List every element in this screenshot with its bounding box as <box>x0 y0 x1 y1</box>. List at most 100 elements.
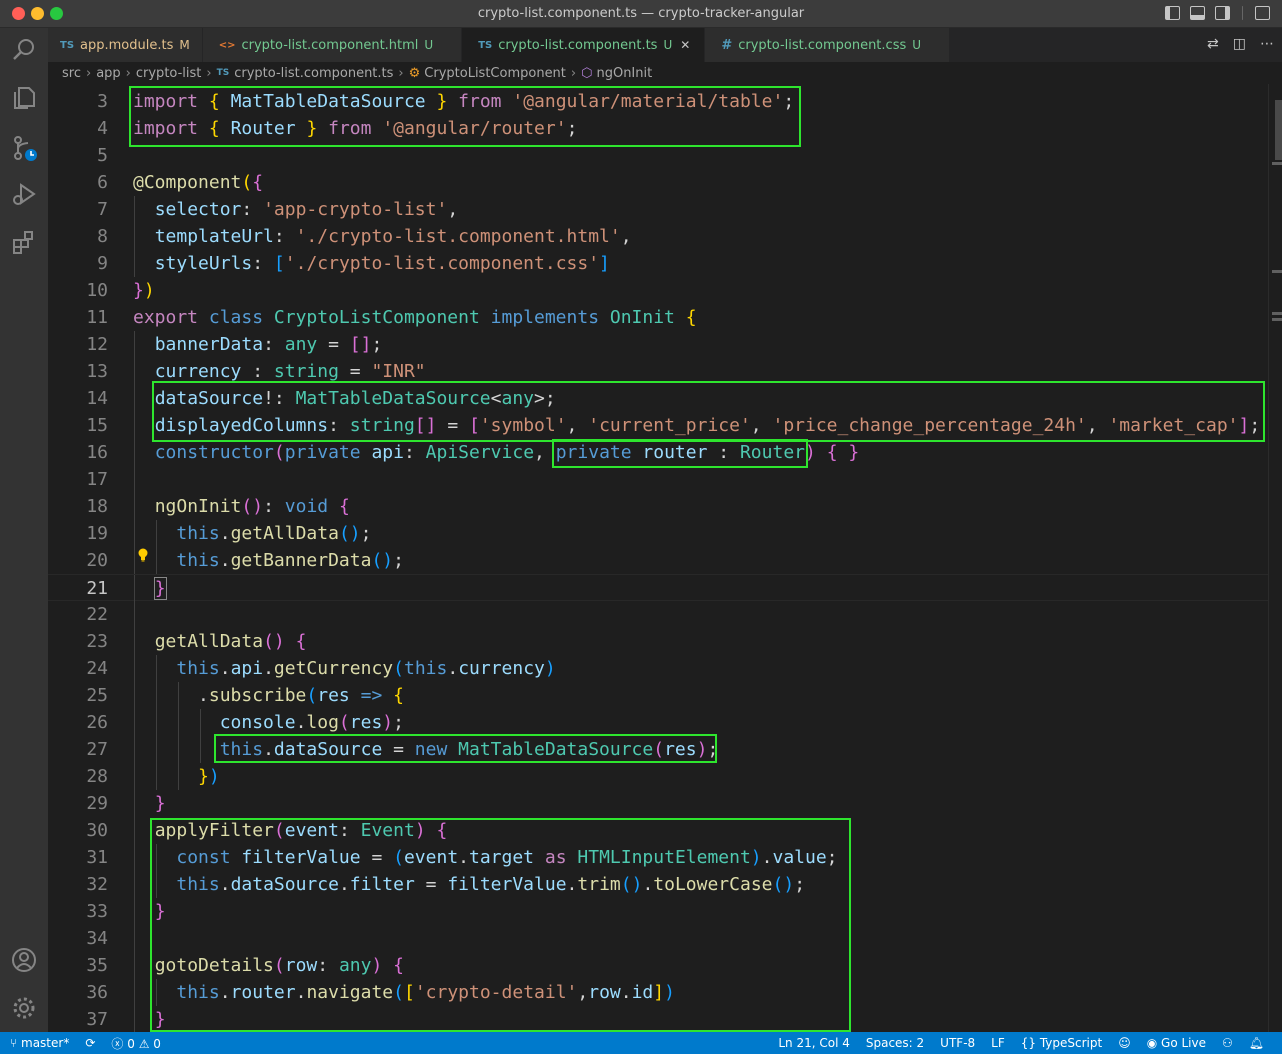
line-number: 28 <box>86 766 108 787</box>
highlight-datasource-assign <box>214 734 717 763</box>
line-number: 11 <box>86 307 108 328</box>
chevron-right-icon: › <box>125 65 131 81</box>
code-line: 20 this.getBannerData(); <box>48 547 1268 574</box>
line-number: 34 <box>86 928 108 949</box>
code-line: 18 ngOnInit(): void { <box>48 493 1268 520</box>
line-number: 14 <box>86 388 108 409</box>
error-icon: ⓧ <box>111 1036 128 1051</box>
breadcrumb-method[interactable]: ngOnInit <box>596 66 652 81</box>
code-line: 8 templateUrl: './crypto-list.component.… <box>48 223 1268 250</box>
highlight-router-injection <box>552 439 808 468</box>
code-line: 7 selector: 'app-crypto-list', <box>48 196 1268 223</box>
code-line: 24 this.api.getCurrency(this.currency) <box>48 655 1268 682</box>
go-live-label: Go Live <box>1161 1036 1206 1050</box>
broadcast-icon: ◉ <box>1146 1036 1162 1050</box>
language-mode[interactable]: {} TypeScript <box>1021 1036 1102 1050</box>
toggle-secondary-sidebar-icon[interactable] <box>1215 6 1230 20</box>
warning-icon: ⚠ <box>138 1036 154 1051</box>
line-number: 21 <box>86 578 108 599</box>
highlight-datasource-columns <box>152 381 1265 442</box>
code-line: 28 }) <box>48 763 1268 790</box>
breadcrumb-class[interactable]: CryptoListComponent <box>424 66 566 81</box>
line-number: 23 <box>86 631 108 652</box>
line-number: 36 <box>86 982 108 1003</box>
breadcrumb-item[interactable]: src <box>62 66 81 81</box>
line-number: 17 <box>86 469 108 490</box>
line-number: 3 <box>97 91 108 112</box>
breadcrumb-item[interactable]: crypto-list <box>136 66 202 81</box>
chevron-right-icon: › <box>570 65 577 81</box>
status-bar: ⑂ master* ⟳ ⓧ 0 ⚠ 0 Ln 21, Col 4 Spaces:… <box>0 1032 1282 1054</box>
line-number: 26 <box>86 712 108 733</box>
breadcrumb-item[interactable]: app <box>96 66 120 81</box>
line-number: 20 <box>86 550 108 571</box>
files-icon[interactable] <box>10 84 38 112</box>
code-line: 9 styleUrls: ['./crypto-list.component.c… <box>48 250 1268 277</box>
branch-icon: ⑂ <box>10 1036 22 1050</box>
tab-status-badge: U <box>424 38 434 52</box>
line-number: 29 <box>86 793 108 814</box>
tab-crypto-list-ts[interactable]: TS crypto-list.component.ts U ✕ <box>462 28 706 62</box>
branch-name: master* <box>21 1036 70 1050</box>
indentation-status[interactable]: Spaces: 2 <box>866 1036 924 1050</box>
line-number: 9 <box>97 253 108 274</box>
lightbulb-icon[interactable] <box>137 548 149 562</box>
code-line: 12 bannerData: any = []; <box>48 331 1268 358</box>
warning-count: 0 <box>153 1036 161 1051</box>
close-tab-icon[interactable]: ✕ <box>680 38 690 52</box>
line-number: 7 <box>97 199 108 220</box>
line-number: 10 <box>86 280 108 301</box>
account-icon[interactable] <box>10 946 38 974</box>
line-number: 32 <box>86 874 108 895</box>
run-debug-icon[interactable] <box>10 180 38 208</box>
split-editor-icon[interactable]: ◫ <box>1233 36 1246 52</box>
open-changes-icon[interactable]: ⇄ <box>1207 36 1219 52</box>
code-line: 11 export class CryptoListComponent imple… <box>48 304 1268 331</box>
code-editor[interactable]: 3 import { MatTableDataSource } from '@an… <box>48 84 1268 1032</box>
feedback-icon[interactable]: ⚇ <box>1222 1036 1233 1050</box>
line-number: 37 <box>86 1009 108 1030</box>
line-number: 5 <box>97 145 108 166</box>
eol-status[interactable]: LF <box>991 1036 1005 1050</box>
editor-tabs: TS app.module.ts M <> crypto-list.compon… <box>48 28 1282 62</box>
language-label: TypeScript <box>1039 1036 1103 1050</box>
typescript-file-icon: TS <box>60 39 75 51</box>
encoding-status[interactable]: UTF-8 <box>940 1036 975 1050</box>
sync-icon[interactable]: ⟳ <box>85 1036 95 1050</box>
copilot-icon[interactable]: ☺ <box>1118 1036 1131 1050</box>
line-number: 18 <box>86 496 108 517</box>
line-number: 13 <box>86 361 108 382</box>
manage-gear-icon[interactable] <box>10 994 38 1022</box>
search-icon[interactable] <box>10 36 38 64</box>
method-symbol-icon: ⬡ <box>581 65 593 81</box>
notifications-bell-icon[interactable]: 🔔︎ <box>1249 1036 1264 1050</box>
tab-crypto-list-html[interactable]: <> crypto-list.component.html U <box>202 28 463 62</box>
source-control-icon[interactable] <box>10 134 38 162</box>
cursor-position[interactable]: Ln 21, Col 4 <box>778 1036 850 1050</box>
go-live-button[interactable]: ◉ Go Live <box>1147 1036 1206 1050</box>
line-number: 30 <box>86 820 108 841</box>
tab-crypto-list-css[interactable]: # crypto-list.component.css U <box>705 28 951 62</box>
scrollbar-thumb[interactable] <box>1275 100 1282 160</box>
toggle-panel-icon[interactable] <box>1190 6 1205 20</box>
tab-app-module[interactable]: TS app.module.ts M <box>48 28 203 62</box>
vertical-scrollbar[interactable] <box>1268 84 1282 1032</box>
more-actions-icon[interactable]: ⋯ <box>1260 36 1274 52</box>
line-number: 27 <box>86 739 108 760</box>
html-file-icon: <> <box>218 39 236 51</box>
problems-status[interactable]: ⓧ 0 ⚠ 0 <box>111 1035 161 1052</box>
activity-bar <box>0 28 48 1032</box>
customize-layout-icon[interactable] <box>1255 6 1270 20</box>
tab-label: app.module.ts <box>80 37 174 53</box>
extensions-icon[interactable] <box>10 228 38 256</box>
braces-icon: {} <box>1020 1036 1040 1050</box>
tab-label: crypto-list.component.ts <box>498 37 658 53</box>
toggle-primary-sidebar-icon[interactable] <box>1165 6 1180 20</box>
tab-status-badge: U <box>912 38 922 52</box>
highlight-imports <box>129 86 801 147</box>
overview-ruler-mark <box>1272 162 1282 165</box>
typescript-file-icon: TS <box>216 68 230 78</box>
branch-status[interactable]: ⑂ master* <box>10 1036 69 1050</box>
breadcrumb-file[interactable]: crypto-list.component.ts <box>234 66 393 81</box>
code-line: 25 .subscribe(res => { <box>48 682 1268 709</box>
